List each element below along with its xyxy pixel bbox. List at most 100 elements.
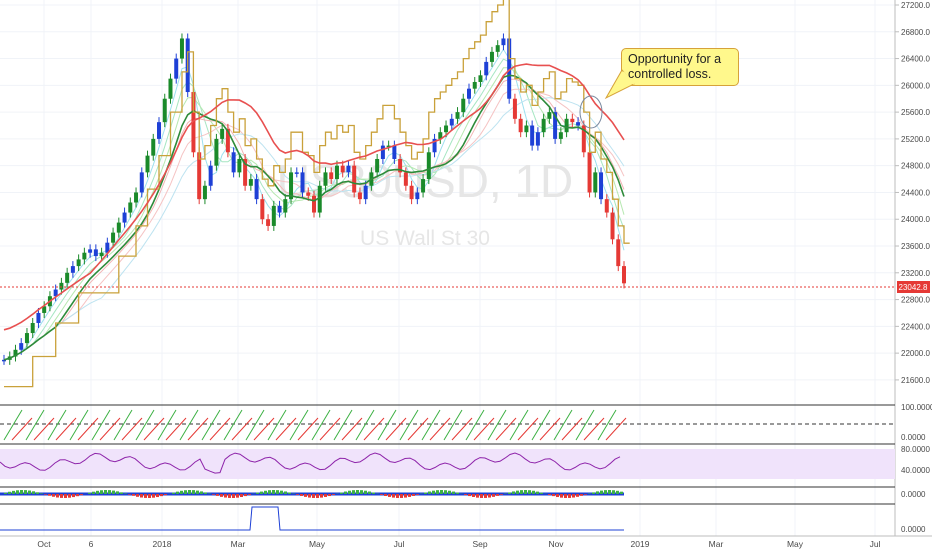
candle-body (266, 219, 271, 226)
time-tick-label: 6 (89, 539, 94, 549)
candle-body (220, 128, 225, 139)
histogram-bar (288, 492, 291, 494)
histogram-bar (28, 490, 31, 494)
candle-body (340, 165, 345, 173)
watermark-name: US Wall St 30 (360, 227, 490, 250)
histogram-bar (44, 494, 47, 495)
histogram-bar (176, 491, 179, 494)
candle-body (88, 249, 93, 253)
candle-body (260, 199, 265, 220)
histogram-bar (92, 491, 95, 494)
candle-body (116, 222, 121, 233)
candle-body (122, 212, 127, 223)
time-tick-label: May (309, 539, 326, 549)
histogram-bar (560, 494, 563, 498)
candle-body (306, 192, 311, 196)
price-tick-label: 22400.0 (901, 322, 930, 331)
candle-body (312, 195, 316, 213)
time-tick-label: Oct (37, 539, 51, 549)
histogram-bar (212, 494, 215, 495)
stochastic-tick-label: 0.0000 (901, 433, 926, 442)
histogram-bar (144, 494, 147, 498)
histogram-bar (20, 490, 23, 494)
candle-body (128, 202, 133, 213)
histogram-bar (280, 490, 283, 494)
price-tick-label: 26000.0 (901, 81, 930, 90)
candle-body (484, 61, 489, 76)
histogram-bar (52, 494, 55, 497)
candle-body (179, 38, 184, 59)
time-tick-label: 2019 (631, 539, 650, 549)
candle-body (76, 259, 81, 267)
histogram-bar (488, 494, 491, 498)
histogram-bar (248, 494, 251, 495)
candle-body (334, 165, 339, 180)
candle-body (610, 212, 615, 240)
candle-body (82, 252, 87, 260)
price-tick-label: 21600.0 (901, 376, 930, 385)
candle-body (426, 152, 431, 180)
histogram-bar (284, 491, 287, 494)
candle-body (421, 179, 426, 193)
candle-body (495, 45, 500, 52)
histogram-bar (332, 494, 335, 495)
histogram-bar (372, 492, 375, 494)
histogram-bar (540, 492, 543, 494)
histogram-bar (620, 491, 623, 494)
candle-body (70, 266, 75, 273)
candle-body (455, 112, 460, 119)
histogram-bar (148, 494, 151, 498)
histogram-bar (320, 494, 323, 498)
histogram-bar (428, 491, 431, 494)
candle-body (346, 165, 351, 173)
histogram-bar (512, 491, 515, 494)
histogram-bar (444, 490, 447, 494)
histogram-bar (612, 490, 615, 494)
histogram-bar (240, 494, 243, 498)
candle-body (283, 199, 288, 213)
candle-body (512, 98, 517, 119)
histogram-bar (532, 490, 535, 494)
histogram-bar (388, 494, 391, 497)
histogram-bar (204, 492, 207, 494)
histogram-bar (196, 490, 199, 494)
candle-body (174, 58, 179, 79)
candle-body (501, 38, 506, 46)
candle-body (576, 122, 581, 126)
histogram-bar (48, 494, 51, 496)
candle-body (162, 98, 167, 123)
histogram-bar (324, 494, 327, 497)
candle-body (415, 192, 420, 200)
candle-body (214, 138, 219, 166)
candle-body (65, 272, 70, 283)
histogram-bar (312, 494, 315, 498)
histogram-bar (392, 494, 395, 498)
candle-body (157, 122, 161, 139)
last-price-label: 23042.8 (899, 283, 928, 292)
candle-body (111, 232, 116, 243)
candle-body (564, 118, 569, 133)
candle-body (622, 266, 626, 284)
histogram-bar (260, 491, 263, 494)
histogram-bar (596, 491, 599, 494)
histogram-bar (128, 494, 131, 495)
histogram-bar (60, 494, 63, 498)
histogram-bar (116, 491, 119, 494)
histogram-bar (356, 490, 359, 494)
candle-body (36, 312, 41, 324)
histogram-bar (96, 490, 99, 494)
histogram-bar (604, 490, 607, 494)
histogram-bar (516, 490, 519, 494)
annotation-callout: Opportunity for a controlled loss. (621, 48, 739, 86)
histogram-bar (500, 494, 503, 495)
histogram-bar (524, 490, 527, 494)
histogram-bar (8, 491, 11, 494)
histogram-bar (232, 494, 235, 498)
candle-body (202, 185, 207, 200)
candle-body (168, 78, 173, 99)
histogram-bar (100, 490, 103, 494)
last-price-tag: 23042.8 (897, 281, 930, 293)
candle-body (231, 152, 236, 173)
histogram-bar (564, 494, 567, 498)
histogram-bar (172, 492, 175, 494)
